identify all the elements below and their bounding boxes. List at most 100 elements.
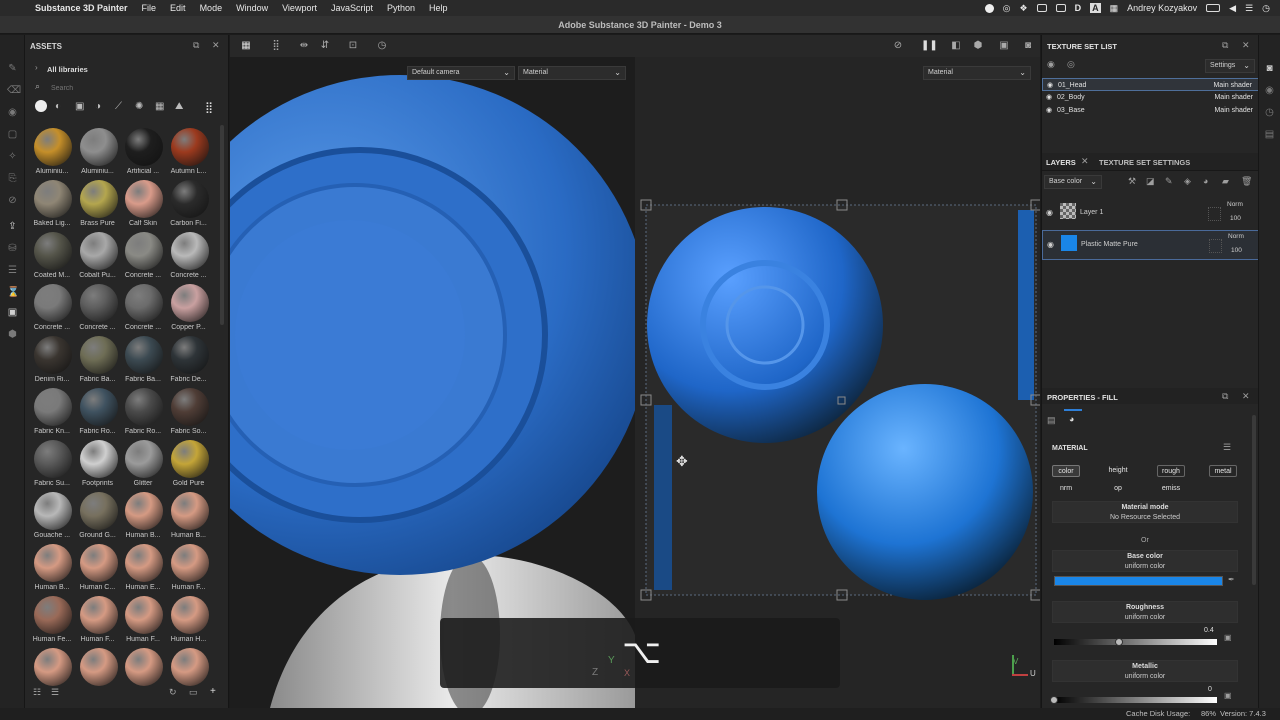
- 2d-view-icon[interactable]: ▣: [998, 40, 1010, 52]
- creative-cloud-icon[interactable]: ◎: [1003, 3, 1011, 14]
- procedurals-icon[interactable]: ▦: [155, 101, 164, 112]
- brushes-icon[interactable]: ⟋: [115, 101, 122, 112]
- history-panel-icon[interactable]: ◷: [1264, 107, 1275, 118]
- viewport-canvas[interactable]: [230, 35, 1040, 708]
- eye-icon[interactable]: ◉: [1046, 208, 1053, 217]
- channel-rough-button[interactable]: rough: [1157, 465, 1185, 477]
- base-color-slot[interactable]: Base color uniform color: [1052, 550, 1238, 572]
- volume-icon[interactable]: ◀: [1229, 3, 1236, 14]
- channel-dropdown[interactable]: Base color ⌄: [1044, 175, 1102, 189]
- float-panel-icon[interactable]: ⧉: [193, 40, 199, 51]
- asset-item[interactable]: Gold Pure: [167, 440, 211, 492]
- material-properties-icon[interactable]: ◕: [1069, 414, 1074, 424]
- material-dropdown-2d[interactable]: Material ⌄: [923, 66, 1031, 80]
- close-icon[interactable]: ✕: [1242, 391, 1250, 402]
- asset-item[interactable]: Fabric Ba...: [121, 336, 165, 388]
- grid-multi-icon[interactable]: ⣿: [270, 40, 282, 52]
- properties-scrollbar[interactable]: [1252, 415, 1256, 585]
- menu-edit[interactable]: Edit: [170, 3, 186, 13]
- roughness-slot[interactable]: Roughness uniform color: [1052, 601, 1238, 623]
- layer-blend-mode[interactable]: Norm: [1228, 233, 1244, 240]
- layer-row[interactable]: ◉ Layer 1 Norm 100: [1042, 199, 1259, 229]
- asset-item[interactable]: Human B...: [167, 492, 211, 544]
- add-paint-layer-icon[interactable]: ✎: [1165, 176, 1173, 187]
- smart-materials-icon[interactable]: ◐: [55, 101, 61, 112]
- layer-mask-slot[interactable]: [1209, 239, 1222, 253]
- channel-emiss-button[interactable]: emiss: [1154, 483, 1188, 495]
- asset-item[interactable]: Human E...: [121, 544, 165, 596]
- layers-stack-icon[interactable]: ☰: [7, 265, 18, 276]
- asset-item[interactable]: Brass Pure: [76, 180, 120, 232]
- asset-item[interactable]: Copper P...: [167, 284, 211, 336]
- assets-search[interactable]: ⌕: [31, 81, 221, 95]
- asset-item[interactable]: Human B...: [30, 544, 74, 596]
- split-view-icon[interactable]: ◧: [950, 40, 962, 52]
- visibility-all-icon[interactable]: ◎: [1067, 59, 1075, 70]
- eye-icon[interactable]: ◉: [1046, 91, 1052, 104]
- delete-layer-icon[interactable]: 🗑: [1241, 176, 1252, 187]
- menu-viewport[interactable]: Viewport: [282, 3, 317, 13]
- asset-item[interactable]: Aluminiu...: [76, 128, 120, 180]
- layer-mask-slot[interactable]: [1208, 207, 1221, 221]
- roughness-value[interactable]: 0.4: [1204, 627, 1214, 634]
- smudge-icon[interactable]: ✧: [7, 151, 18, 162]
- eraser-icon[interactable]: ⌫: [7, 85, 21, 96]
- control-center-icon[interactable]: ☰: [1245, 3, 1253, 14]
- picker-icon[interactable]: ⊘: [7, 195, 18, 206]
- asset-item[interactable]: Human F...: [76, 596, 120, 648]
- shelf-icon[interactable]: ⛁: [7, 243, 18, 254]
- layer-opacity[interactable]: 100: [1231, 247, 1242, 254]
- texture-set-row[interactable]: ◉ 02_Body Main shader: [1042, 91, 1259, 104]
- add-fill-layer-icon[interactable]: ◈: [1184, 176, 1191, 187]
- app-name-menu[interactable]: Substance 3D Painter: [35, 3, 128, 13]
- assets-tab-icon[interactable]: ⇪: [7, 221, 18, 232]
- tab-texture-set-settings[interactable]: TEXTURE SET SETTINGS: [1099, 158, 1190, 167]
- textures-icon[interactable]: ▣: [75, 101, 84, 112]
- asset-item[interactable]: Autumn L...: [167, 128, 211, 180]
- material-menu-icon[interactable]: ☰: [1223, 442, 1231, 453]
- layer-blend-mode[interactable]: Norm: [1227, 201, 1243, 208]
- asset-item[interactable]: Human F...: [121, 596, 165, 648]
- asset-item[interactable]: Human F...: [167, 544, 211, 596]
- asset-item[interactable]: Concrete ...: [76, 284, 120, 336]
- settings-dropdown[interactable]: Settings ⌄: [1205, 59, 1255, 73]
- layer-name[interactable]: Layer 1: [1080, 209, 1103, 216]
- history-clock-icon[interactable]: ◷: [376, 40, 388, 52]
- close-icon[interactable]: ✕: [1242, 40, 1250, 51]
- material-mode-slot[interactable]: Material mode No Resource Selected: [1052, 501, 1238, 523]
- grid-menu-icon[interactable]: ▦: [1110, 3, 1119, 14]
- asset-item[interactable]: [121, 648, 165, 700]
- asset-item[interactable]: Human Fe...: [30, 596, 74, 648]
- 3d-view-icon[interactable]: ⬢: [972, 40, 984, 52]
- asset-item[interactable]: Coated M...: [30, 232, 74, 284]
- paint-brush-icon[interactable]: ✎: [7, 63, 18, 74]
- asset-item[interactable]: Baked Lig...: [30, 180, 74, 232]
- texture-set-shader[interactable]: Main shader: [1214, 104, 1253, 117]
- history-icon[interactable]: ⌛: [7, 287, 19, 298]
- texture-set-row[interactable]: ◉ 03_Base Main shader: [1042, 104, 1259, 117]
- texture-set-shader[interactable]: Main shader: [1214, 91, 1253, 104]
- asset-item[interactable]: Denim Ri...: [30, 336, 74, 388]
- asset-item[interactable]: Gouache ...: [30, 492, 74, 544]
- asset-item[interactable]: Fabric Kn...: [30, 388, 74, 440]
- asset-item[interactable]: Fabric De...: [167, 336, 211, 388]
- asset-item[interactable]: Fabric Ro...: [76, 388, 120, 440]
- asset-item[interactable]: Concrete ...: [121, 284, 165, 336]
- menu-file[interactable]: File: [142, 3, 157, 13]
- eye-icon[interactable]: ◉: [1046, 104, 1052, 117]
- eyedropper-icon[interactable]: ✒: [1228, 575, 1235, 584]
- asset-item[interactable]: Human B...: [121, 492, 165, 544]
- asset-item[interactable]: Fabric Ba...: [76, 336, 120, 388]
- library-selector[interactable]: › All libraries: [25, 61, 229, 77]
- channel-nrm-button[interactable]: nrm: [1052, 483, 1080, 495]
- menu-mode[interactable]: Mode: [200, 3, 223, 13]
- projection-icon[interactable]: ◉: [7, 107, 18, 118]
- display-icon[interactable]: [1055, 4, 1066, 12]
- metallic-slider-track[interactable]: [1054, 697, 1217, 703]
- asset-item[interactable]: Human H...: [167, 596, 211, 648]
- metallic-value[interactable]: 0: [1208, 686, 1212, 693]
- asset-item[interactable]: Fabric Ro...: [121, 388, 165, 440]
- search-input[interactable]: [51, 83, 211, 94]
- menu-window[interactable]: Window: [236, 3, 268, 13]
- asset-item[interactable]: Cobalt Pu...: [76, 232, 120, 284]
